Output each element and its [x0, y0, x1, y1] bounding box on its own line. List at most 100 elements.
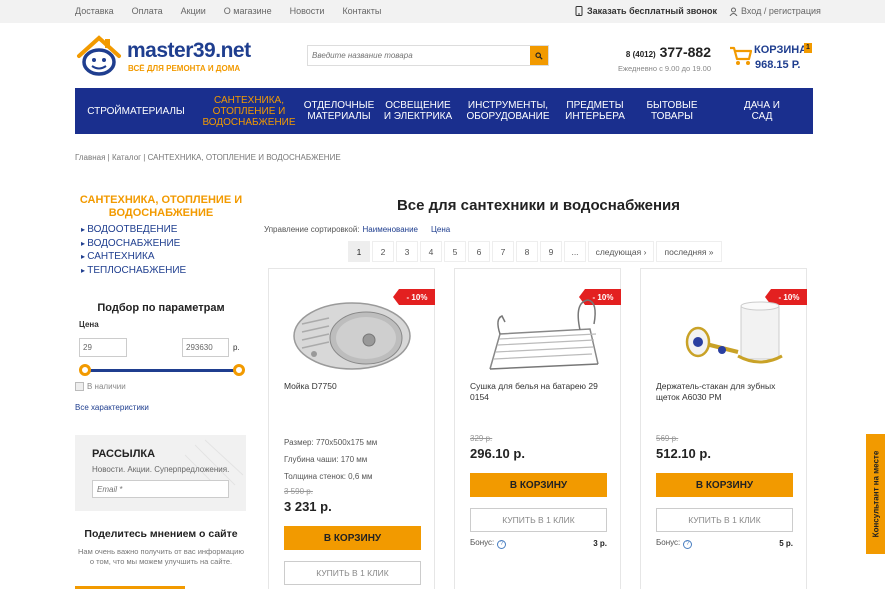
menu-item-tools[interactable]: ИНСТРУМЕНТЫ, ОБОРУДОВАНИЕ — [459, 88, 557, 134]
logo-tagline: ВСЁ ДЛЯ РЕМОНТА И ДОМА — [128, 64, 241, 73]
all-characteristics-link[interactable]: Все характеристики — [75, 403, 149, 412]
cart-icon — [730, 46, 753, 65]
top-nav-item-delivery[interactable]: Доставка — [75, 6, 114, 16]
add-to-cart-button[interactable]: В КОРЗИНУ — [284, 526, 421, 550]
newsletter-text: Новости. Акции. Суперпредложения. — [92, 465, 230, 474]
cart-sum: 968.15 Р. — [755, 59, 801, 71]
newsletter-title: РАССЫЛКА — [92, 448, 156, 460]
subcategory-heating[interactable]: ТЕПЛОСНАБЖЕНИЕ — [81, 264, 247, 278]
in-stock-checkbox[interactable]: В наличии — [75, 382, 126, 391]
product-card[interactable]: - 10% Сушка для белья на батарею 29 0154… — [454, 268, 621, 589]
bonus-value: 3 р. — [593, 539, 607, 548]
cart-widget[interactable]: КОРЗИНА 1 968.15 Р. — [729, 42, 819, 74]
product-card[interactable]: - 10% Мойка D7750 Размер: 770х500х175 мм… — [268, 268, 435, 589]
phone-hours: Ежедневно с 9.00 до 19.00 — [617, 64, 711, 73]
page-9[interactable]: 9 — [540, 241, 562, 262]
sidebar-category: САНТЕХНИКА, ОТОПЛЕНИЕ И ВОДОСНАБЖЕНИЕ ВО… — [75, 194, 247, 277]
product-image-dryer[interactable] — [470, 294, 607, 374]
phone-icon — [575, 6, 583, 16]
login-label: Вход / регистрация — [741, 6, 821, 16]
price-slider-max-handle[interactable] — [233, 364, 245, 376]
subcategory-water-supply[interactable]: ВОДОСНАБЖЕНИЕ — [81, 237, 247, 251]
product-name[interactable]: Мойка D7750 — [284, 381, 424, 392]
checkbox-box[interactable] — [75, 382, 84, 391]
search-button[interactable] — [530, 46, 548, 65]
breadcrumb[interactable]: Главная | Каталог | САНТЕХНИКА, ОТОПЛЕНИ… — [75, 153, 341, 162]
price-slider-min-handle[interactable] — [79, 364, 91, 376]
old-price: 329 р. — [470, 434, 493, 443]
search-box — [307, 45, 549, 66]
top-nav-item-contacts[interactable]: Контакты — [342, 6, 381, 16]
page-last[interactable]: последняя » — [656, 241, 722, 262]
top-nav-item-promotions[interactable]: Акции — [181, 6, 206, 16]
menu-item-building-materials[interactable]: СТРОЙМАТЕРИАЛЫ — [75, 88, 197, 134]
page-7[interactable]: 7 — [492, 241, 514, 262]
product-image-sink[interactable] — [284, 294, 421, 374]
add-to-cart-button[interactable]: В КОРЗИНУ — [656, 473, 793, 497]
menu-item-lighting[interactable]: ОСВЕЩЕНИЕ И ЭЛЕКТРИКА — [377, 88, 459, 134]
price-max-input[interactable] — [182, 338, 229, 357]
page-5[interactable]: 5 — [444, 241, 466, 262]
opinion-text: Нам очень важно получить от вас информац… — [78, 547, 244, 566]
subcategory-plumbing[interactable]: САНТЕХНИКА — [81, 250, 247, 264]
buy-one-click-button[interactable]: КУПИТЬ В 1 КЛИК — [656, 508, 793, 532]
menu-item-finishing[interactable]: ОТДЕЛОЧНЫЕ МАТЕРИАЛЫ — [301, 88, 377, 134]
buy-one-click-button[interactable]: КУПИТЬ В 1 КЛИК — [284, 561, 421, 585]
site-logo[interactable]: master39.net ВСЁ ДЛЯ РЕМОНТА И ДОМА — [75, 34, 251, 78]
product-image-toothbrush-holder[interactable] — [656, 294, 793, 374]
login-link[interactable]: Вход / регистрация — [729, 6, 821, 16]
cart-count-badge: 1 — [804, 43, 812, 53]
phone-number[interactable]: 8 (4012) 377-882 — [600, 44, 711, 60]
product-card[interactable]: - 10% Держатель-стакан для зубных щеток … — [640, 268, 807, 589]
price-slider-track[interactable] — [84, 369, 239, 372]
top-nav-item-news[interactable]: Новости — [290, 6, 325, 16]
page-8[interactable]: 8 — [516, 241, 538, 262]
bonus-row: Бонус:? 3 р. — [470, 538, 607, 549]
product-name[interactable]: Сушка для белья на батарею 29 0154 — [470, 381, 610, 403]
logo-name: master39.net — [127, 39, 251, 62]
page-2[interactable]: 2 — [372, 241, 394, 262]
old-price: 569 р. — [656, 434, 679, 443]
in-stock-label: В наличии — [87, 382, 126, 391]
add-to-cart-button[interactable]: В КОРЗИНУ — [470, 473, 607, 497]
menu-item-garden[interactable]: ДАЧА И САД — [711, 88, 813, 134]
consultant-tab[interactable]: Консультант на месте — [866, 434, 885, 554]
filter-title: Подбор по параметрам — [97, 302, 225, 314]
price-min-input[interactable] — [79, 338, 127, 357]
pagination: 1 2 3 4 5 6 7 8 9 ... следующая › послед… — [348, 241, 724, 262]
top-nav-item-payment[interactable]: Оплата — [132, 6, 163, 16]
menu-item-interior[interactable]: ПРЕДМЕТЫ ИНТЕРЬЕРА — [557, 88, 633, 134]
help-icon[interactable]: ? — [683, 540, 693, 549]
search-input[interactable] — [308, 46, 531, 65]
new-price: 512.10 р. — [656, 446, 711, 461]
callback-link[interactable]: Заказать бесплатный звонок — [575, 6, 717, 16]
product-specs: Размер: 770х500х175 мм Глубина чаши: 170… — [284, 434, 377, 485]
product-name[interactable]: Держатель-стакан для зубных щеток A6030 … — [656, 381, 796, 403]
menu-item-household[interactable]: БЫТОВЫЕ ТОВАРЫ — [633, 88, 711, 134]
spec-thickness: Толщина стенок: 0,6 мм — [284, 472, 373, 481]
page-1[interactable]: 1 — [348, 241, 370, 262]
subcategory-drainage[interactable]: ВОДООТВЕДЕНИЕ — [81, 223, 247, 237]
page-ellipsis: ... — [564, 241, 586, 262]
new-price: 296.10 р. — [470, 446, 525, 461]
menu-item-plumbing[interactable]: САНТЕХНИКА, ОТОПЛЕНИЕ И ВОДОСНАБЖЕНИЕ — [197, 88, 301, 134]
house-mascot-icon — [77, 35, 121, 76]
user-icon — [729, 7, 738, 16]
sidebar-category-title[interactable]: САНТЕХНИКА, ОТОПЛЕНИЕ И ВОДОСНАБЖЕНИЕ — [75, 194, 247, 220]
buy-one-click-button[interactable]: КУПИТЬ В 1 КЛИК — [470, 508, 607, 532]
top-nav-item-about[interactable]: О магазине — [224, 6, 272, 16]
subcategory-list: ВОДООТВЕДЕНИЕ ВОДОСНАБЖЕНИЕ САНТЕХНИКА Т… — [81, 223, 247, 277]
page-4[interactable]: 4 — [420, 241, 442, 262]
page-next[interactable]: следующая › — [588, 241, 654, 262]
newsletter-email-input[interactable] — [92, 480, 229, 498]
spec-depth: Глубина чаши: 170 мм — [284, 455, 368, 464]
page-6[interactable]: 6 — [468, 241, 490, 262]
search-icon — [535, 51, 543, 60]
sort-by-name[interactable]: Наименование — [363, 225, 418, 234]
sort-by-price[interactable]: Цена — [431, 225, 450, 234]
cart-label: КОРЗИНА — [754, 44, 808, 56]
page-3[interactable]: 3 — [396, 241, 418, 262]
help-icon[interactable]: ? — [497, 540, 507, 549]
bonus-value: 5 р. — [779, 539, 793, 548]
consultant-label: Консультант на месте — [871, 450, 880, 538]
